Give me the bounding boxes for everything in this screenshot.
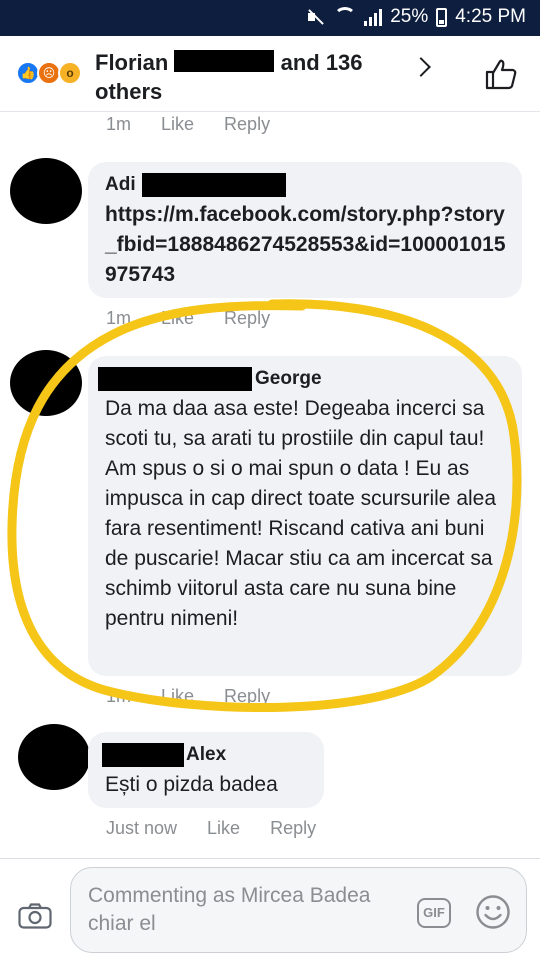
comment-input[interactable]: Commenting as Mircea Badea chiar el GIF	[70, 867, 527, 953]
battery-percent: 25%	[390, 6, 429, 27]
avatar[interactable]	[10, 158, 82, 224]
author-name: Alex	[186, 744, 227, 765]
redaction-bar	[102, 743, 184, 767]
reaction-icons: 👍 ☹ o	[16, 61, 94, 87]
comment-text: Da ma daa asa este! Degeaba incerci sa s…	[105, 397, 497, 630]
reactions-header[interactable]: 👍 ☹ o Florian and 136 others	[0, 36, 540, 112]
comment-meta: Just now Like Reply	[106, 818, 316, 839]
comment-text: Ești o pizda badea	[105, 773, 278, 796]
like-thumb-icon[interactable]	[484, 58, 518, 90]
comment-bubble: Adi https://m.facebook.com/story.php?sto…	[88, 162, 522, 298]
redaction-bar	[141, 173, 286, 197]
reply-link[interactable]: Reply	[224, 114, 270, 135]
wifi-icon	[334, 7, 357, 27]
battery-icon	[436, 7, 448, 27]
reply-link[interactable]: Reply	[224, 686, 270, 707]
status-bar: 25% 4:25 PM	[0, 0, 540, 36]
redaction-bar	[174, 50, 275, 72]
comment-author[interactable]: George	[98, 367, 322, 391]
author-name: Adi	[105, 174, 136, 195]
comment-bubble: George Da ma daa asa este! Degeaba incer…	[88, 356, 522, 676]
comment-meta: 1m Like Reply	[106, 114, 270, 135]
avatar[interactable]	[18, 724, 90, 790]
like-link[interactable]: Like	[161, 686, 194, 707]
comment-meta: 1m Like Reply	[106, 308, 270, 329]
comment-time: 1m	[106, 686, 132, 706]
reactions-summary[interactable]: Florian and 136 others	[95, 48, 395, 106]
comment-time: Just now	[106, 818, 178, 838]
comment-author[interactable]: Alex	[102, 743, 226, 767]
comment-time: 1m	[106, 114, 132, 134]
like-link[interactable]: Like	[207, 818, 240, 839]
comment-bubble: Alex Ești o pizda badea	[88, 732, 324, 808]
reactor-first-name: Florian	[95, 50, 169, 75]
comment-composer: Commenting as Mircea Badea chiar el GIF	[0, 858, 540, 960]
comment-placeholder: Commenting as Mircea Badea chiar el	[88, 884, 371, 935]
status-icons: 25% 4:25 PM	[304, 6, 526, 28]
wow-icon: o	[58, 61, 82, 85]
reply-link[interactable]: Reply	[224, 308, 270, 329]
author-name: George	[255, 368, 322, 389]
comment-time: 1m	[106, 308, 132, 328]
redaction-bar	[98, 367, 252, 391]
clock: 4:25 PM	[455, 6, 526, 27]
mute-icon	[304, 7, 326, 27]
like-link[interactable]: Like	[161, 308, 194, 329]
emoji-icon[interactable]	[475, 894, 511, 930]
camera-icon[interactable]	[18, 903, 52, 929]
avatar[interactable]	[10, 350, 82, 416]
reply-link[interactable]: Reply	[270, 818, 316, 839]
comment-meta: 1m Like Reply	[106, 686, 270, 707]
gif-button[interactable]: GIF	[417, 898, 451, 928]
comment-author[interactable]: Adi	[105, 173, 286, 197]
comment-link[interactable]: https://m.facebook.com/story.php?story_f…	[105, 200, 515, 290]
signal-icon	[364, 8, 383, 26]
like-link[interactable]: Like	[161, 114, 194, 135]
